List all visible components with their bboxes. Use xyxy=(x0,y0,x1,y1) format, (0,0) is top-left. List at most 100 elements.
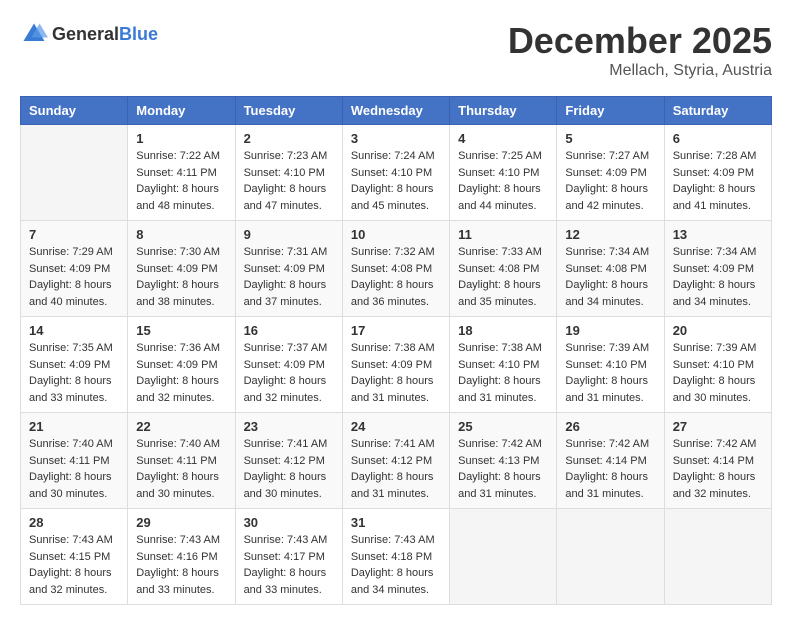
daylight-text: Daylight: 8 hours and 40 minutes. xyxy=(29,279,112,308)
daylight-text: Daylight: 8 hours and 30 minutes. xyxy=(29,471,112,500)
weekday-header-row: SundayMondayTuesdayWednesdayThursdayFrid… xyxy=(21,97,772,125)
calendar-cell: 2 Sunrise: 7:23 AM Sunset: 4:10 PM Dayli… xyxy=(235,125,342,221)
calendar-cell: 27 Sunrise: 7:42 AM Sunset: 4:14 PM Dayl… xyxy=(664,413,771,509)
day-number: 24 xyxy=(351,419,441,434)
sunset-text: Sunset: 4:14 PM xyxy=(673,455,754,467)
day-number: 8 xyxy=(136,227,226,242)
calendar-table: SundayMondayTuesdayWednesdayThursdayFrid… xyxy=(20,96,772,605)
calendar-week-3: 14 Sunrise: 7:35 AM Sunset: 4:09 PM Dayl… xyxy=(21,317,772,413)
day-info: Sunrise: 7:41 AM Sunset: 4:12 PM Dayligh… xyxy=(351,436,441,502)
sunset-text: Sunset: 4:14 PM xyxy=(565,455,646,467)
sunrise-text: Sunrise: 7:39 AM xyxy=(565,342,649,354)
day-number: 29 xyxy=(136,515,226,530)
calendar-cell: 7 Sunrise: 7:29 AM Sunset: 4:09 PM Dayli… xyxy=(21,221,128,317)
sunrise-text: Sunrise: 7:38 AM xyxy=(351,342,435,354)
daylight-text: Daylight: 8 hours and 33 minutes. xyxy=(136,567,219,596)
day-info: Sunrise: 7:36 AM Sunset: 4:09 PM Dayligh… xyxy=(136,340,226,406)
sunrise-text: Sunrise: 7:34 AM xyxy=(673,246,757,258)
day-number: 27 xyxy=(673,419,763,434)
calendar-cell: 22 Sunrise: 7:40 AM Sunset: 4:11 PM Dayl… xyxy=(128,413,235,509)
sunset-text: Sunset: 4:12 PM xyxy=(244,455,325,467)
sunrise-text: Sunrise: 7:39 AM xyxy=(673,342,757,354)
sunrise-text: Sunrise: 7:35 AM xyxy=(29,342,113,354)
day-number: 12 xyxy=(565,227,655,242)
day-info: Sunrise: 7:34 AM Sunset: 4:09 PM Dayligh… xyxy=(673,244,763,310)
day-number: 21 xyxy=(29,419,119,434)
day-info: Sunrise: 7:24 AM Sunset: 4:10 PM Dayligh… xyxy=(351,148,441,214)
day-info: Sunrise: 7:43 AM Sunset: 4:15 PM Dayligh… xyxy=(29,532,119,598)
sunset-text: Sunset: 4:08 PM xyxy=(351,263,432,275)
calendar-cell: 23 Sunrise: 7:41 AM Sunset: 4:12 PM Dayl… xyxy=(235,413,342,509)
calendar-cell: 24 Sunrise: 7:41 AM Sunset: 4:12 PM Dayl… xyxy=(342,413,449,509)
sunset-text: Sunset: 4:10 PM xyxy=(244,167,325,179)
sunset-text: Sunset: 4:10 PM xyxy=(351,167,432,179)
day-number: 4 xyxy=(458,131,548,146)
sunset-text: Sunset: 4:09 PM xyxy=(244,263,325,275)
calendar-cell: 21 Sunrise: 7:40 AM Sunset: 4:11 PM Dayl… xyxy=(21,413,128,509)
sunrise-text: Sunrise: 7:36 AM xyxy=(136,342,220,354)
sunrise-text: Sunrise: 7:43 AM xyxy=(29,534,113,546)
calendar-cell: 5 Sunrise: 7:27 AM Sunset: 4:09 PM Dayli… xyxy=(557,125,664,221)
daylight-text: Daylight: 8 hours and 31 minutes. xyxy=(351,471,434,500)
daylight-text: Daylight: 8 hours and 47 minutes. xyxy=(244,183,327,212)
calendar-cell: 28 Sunrise: 7:43 AM Sunset: 4:15 PM Dayl… xyxy=(21,509,128,605)
calendar-cell: 6 Sunrise: 7:28 AM Sunset: 4:09 PM Dayli… xyxy=(664,125,771,221)
sunset-text: Sunset: 4:13 PM xyxy=(458,455,539,467)
daylight-text: Daylight: 8 hours and 31 minutes. xyxy=(565,375,648,404)
sunrise-text: Sunrise: 7:23 AM xyxy=(244,150,328,162)
sunset-text: Sunset: 4:10 PM xyxy=(458,167,539,179)
day-info: Sunrise: 7:35 AM Sunset: 4:09 PM Dayligh… xyxy=(29,340,119,406)
sunrise-text: Sunrise: 7:41 AM xyxy=(244,438,328,450)
calendar-cell: 17 Sunrise: 7:38 AM Sunset: 4:09 PM Dayl… xyxy=(342,317,449,413)
calendar-cell: 19 Sunrise: 7:39 AM Sunset: 4:10 PM Dayl… xyxy=(557,317,664,413)
sunrise-text: Sunrise: 7:22 AM xyxy=(136,150,220,162)
daylight-text: Daylight: 8 hours and 38 minutes. xyxy=(136,279,219,308)
day-number: 16 xyxy=(244,323,334,338)
day-number: 30 xyxy=(244,515,334,530)
sunset-text: Sunset: 4:09 PM xyxy=(565,167,646,179)
calendar-cell xyxy=(450,509,557,605)
daylight-text: Daylight: 8 hours and 35 minutes. xyxy=(458,279,541,308)
day-info: Sunrise: 7:41 AM Sunset: 4:12 PM Dayligh… xyxy=(244,436,334,502)
daylight-text: Daylight: 8 hours and 44 minutes. xyxy=(458,183,541,212)
calendar-week-5: 28 Sunrise: 7:43 AM Sunset: 4:15 PM Dayl… xyxy=(21,509,772,605)
calendar-week-2: 7 Sunrise: 7:29 AM Sunset: 4:09 PM Dayli… xyxy=(21,221,772,317)
weekday-header-thursday: Thursday xyxy=(450,97,557,125)
calendar-cell: 31 Sunrise: 7:43 AM Sunset: 4:18 PM Dayl… xyxy=(342,509,449,605)
day-info: Sunrise: 7:34 AM Sunset: 4:08 PM Dayligh… xyxy=(565,244,655,310)
daylight-text: Daylight: 8 hours and 36 minutes. xyxy=(351,279,434,308)
calendar-week-1: 1 Sunrise: 7:22 AM Sunset: 4:11 PM Dayli… xyxy=(21,125,772,221)
calendar-cell: 12 Sunrise: 7:34 AM Sunset: 4:08 PM Dayl… xyxy=(557,221,664,317)
sunrise-text: Sunrise: 7:29 AM xyxy=(29,246,113,258)
calendar-cell: 9 Sunrise: 7:31 AM Sunset: 4:09 PM Dayli… xyxy=(235,221,342,317)
sunset-text: Sunset: 4:09 PM xyxy=(673,167,754,179)
day-info: Sunrise: 7:27 AM Sunset: 4:09 PM Dayligh… xyxy=(565,148,655,214)
day-number: 26 xyxy=(565,419,655,434)
day-number: 19 xyxy=(565,323,655,338)
sunrise-text: Sunrise: 7:40 AM xyxy=(29,438,113,450)
sunset-text: Sunset: 4:08 PM xyxy=(458,263,539,275)
day-info: Sunrise: 7:37 AM Sunset: 4:09 PM Dayligh… xyxy=(244,340,334,406)
sunrise-text: Sunrise: 7:38 AM xyxy=(458,342,542,354)
weekday-header-sunday: Sunday xyxy=(21,97,128,125)
calendar-cell: 25 Sunrise: 7:42 AM Sunset: 4:13 PM Dayl… xyxy=(450,413,557,509)
daylight-text: Daylight: 8 hours and 34 minutes. xyxy=(351,567,434,596)
day-number: 18 xyxy=(458,323,548,338)
day-number: 1 xyxy=(136,131,226,146)
daylight-text: Daylight: 8 hours and 30 minutes. xyxy=(136,471,219,500)
day-number: 6 xyxy=(673,131,763,146)
day-number: 10 xyxy=(351,227,441,242)
sunrise-text: Sunrise: 7:32 AM xyxy=(351,246,435,258)
day-info: Sunrise: 7:29 AM Sunset: 4:09 PM Dayligh… xyxy=(29,244,119,310)
day-number: 17 xyxy=(351,323,441,338)
calendar-cell: 30 Sunrise: 7:43 AM Sunset: 4:17 PM Dayl… xyxy=(235,509,342,605)
daylight-text: Daylight: 8 hours and 32 minutes. xyxy=(673,471,756,500)
day-number: 22 xyxy=(136,419,226,434)
calendar-cell xyxy=(664,509,771,605)
weekday-header-friday: Friday xyxy=(557,97,664,125)
day-number: 2 xyxy=(244,131,334,146)
day-number: 14 xyxy=(29,323,119,338)
day-info: Sunrise: 7:39 AM Sunset: 4:10 PM Dayligh… xyxy=(565,340,655,406)
sunset-text: Sunset: 4:16 PM xyxy=(136,551,217,563)
weekday-header-wednesday: Wednesday xyxy=(342,97,449,125)
